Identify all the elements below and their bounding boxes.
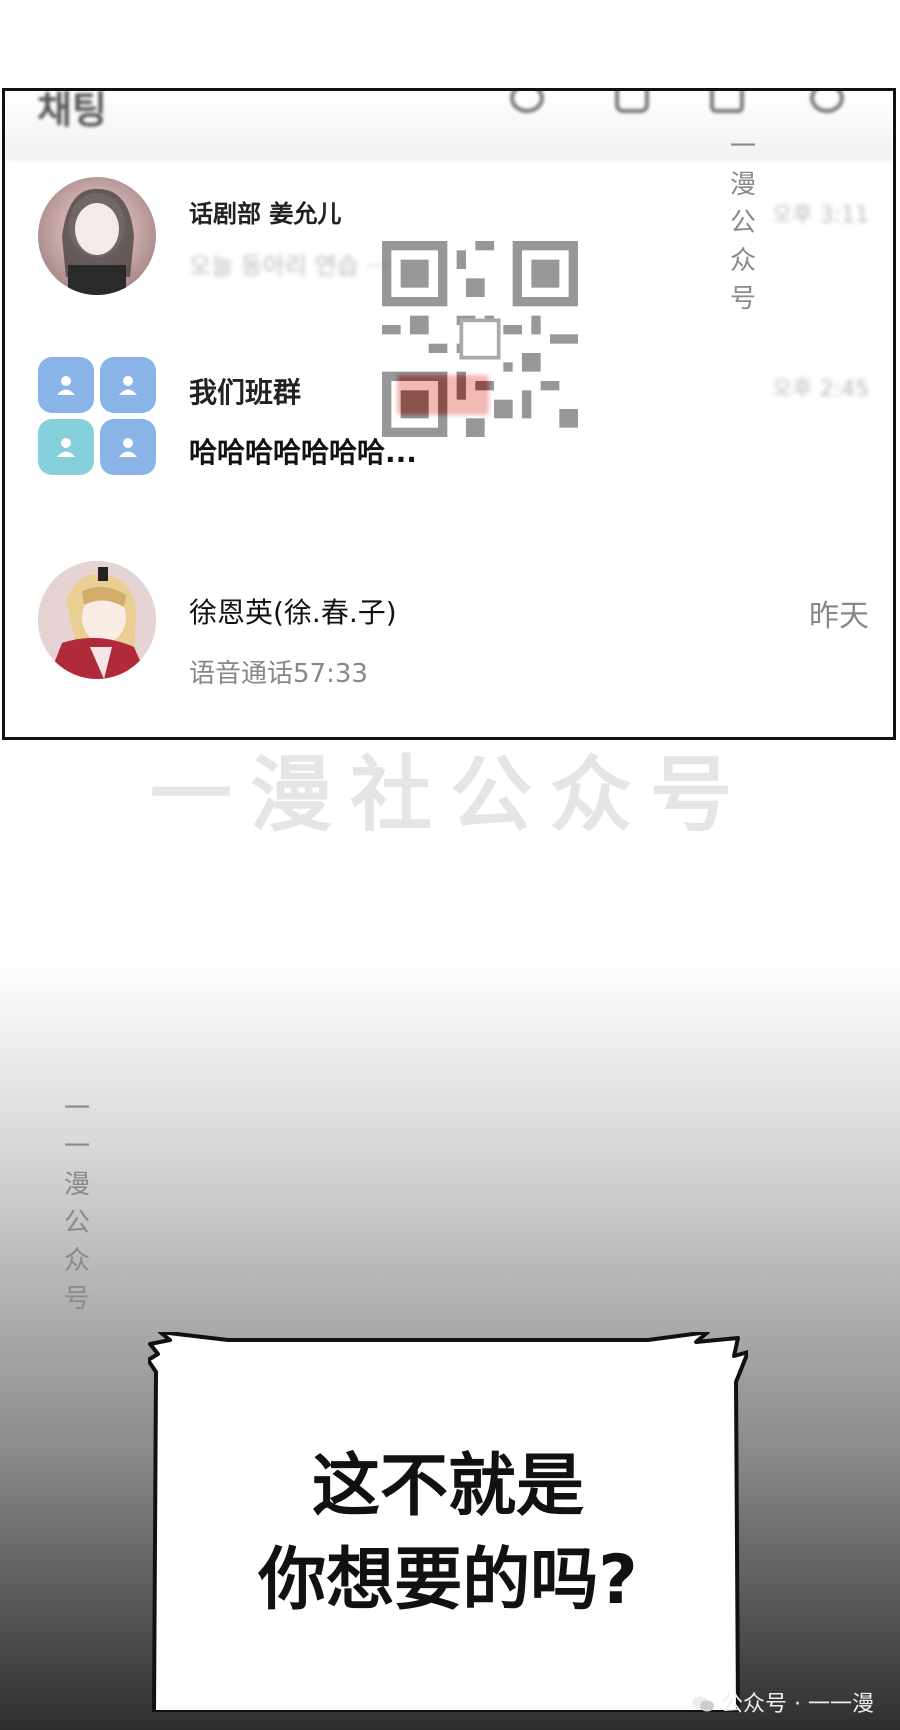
- group-avatar: [38, 357, 158, 477]
- speech-bubble-text: 这不就是 你想要的吗?: [148, 1440, 748, 1628]
- user-icon: [38, 357, 94, 413]
- chat-name: 我们班群: [189, 376, 302, 409]
- chat-icon[interactable]: [615, 91, 649, 113]
- chat-preview: 语音通话57:33: [189, 659, 368, 689]
- chat-list-panel: 채팅 话剧部 姜允儿 오늘 동아리 연습 ··· 오후 3:11 我们班群 哈哈…: [2, 88, 896, 740]
- user-icon: [100, 419, 156, 475]
- footer-text: 公众号 · 一一漫: [721, 1692, 874, 1717]
- settings-icon[interactable]: [810, 91, 844, 113]
- app-header: 채팅: [5, 91, 893, 161]
- chat-preview: 哈哈哈哈哈哈哈...: [189, 436, 417, 469]
- chat-row[interactable]: 徐恩英(徐.春.子) 语音通话57:33 昨天: [5, 551, 893, 737]
- speech-line-2: 你想要的吗?: [258, 1541, 638, 1620]
- chat-name: 徐恩英(徐.春.子): [189, 596, 397, 629]
- user-icon: [100, 357, 156, 413]
- watermark-vertical-right: 一漫公众号: [729, 132, 756, 314]
- wechat-icon: [692, 1696, 715, 1712]
- search-icon[interactable]: [510, 91, 544, 113]
- chat-preview: 오늘 동아리 연습 ···: [189, 252, 390, 280]
- chat-name: 话剧部 姜允儿: [189, 200, 342, 228]
- chat-time: 오후 2:45: [772, 377, 869, 402]
- contacts-icon[interactable]: [710, 91, 744, 113]
- watermark-horizontal: 一漫社公众号: [150, 748, 751, 843]
- footer-watermark: 公众号 · 一一漫: [691, 1686, 874, 1718]
- chat-time: 昨天: [809, 599, 869, 634]
- watermark-vertical-left: 一一漫公众号: [63, 1094, 90, 1314]
- header-title: 채팅: [37, 88, 107, 132]
- avatar: [38, 561, 156, 679]
- qr-code-watermark: [382, 241, 578, 437]
- user-icon: [38, 419, 94, 475]
- speech-line-1: 这不就是: [311, 1447, 584, 1526]
- chat-time: 오후 3:11: [772, 203, 869, 228]
- avatar: [38, 177, 156, 295]
